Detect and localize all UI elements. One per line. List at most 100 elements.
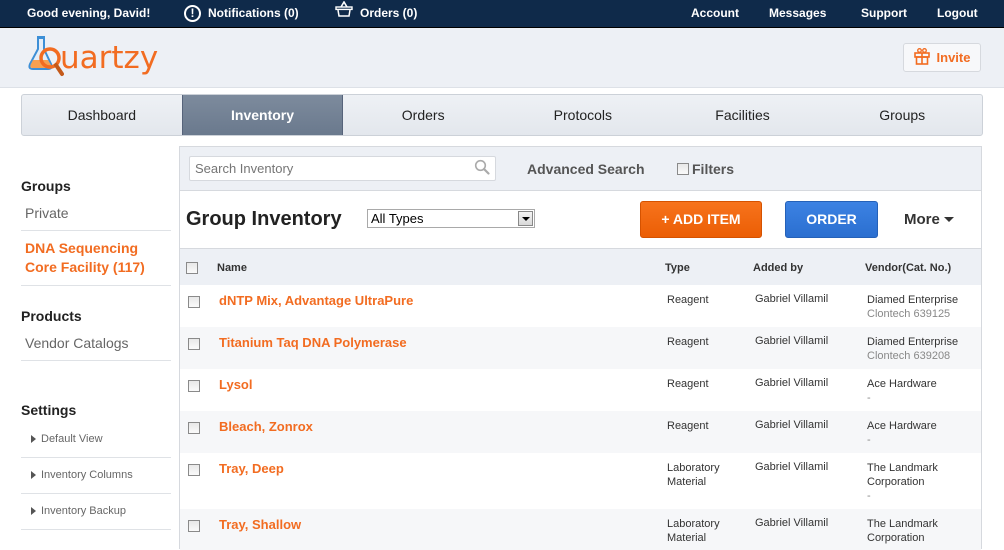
row-checkbox[interactable] <box>188 464 200 476</box>
row-checkbox[interactable] <box>188 338 200 350</box>
sidebar-item-vendor-catalogs[interactable]: Vendor Catalogs <box>25 335 129 351</box>
more-menu-button[interactable]: More <box>904 211 954 228</box>
tab-dashboard[interactable]: Dashboard <box>22 95 182 135</box>
account-link[interactable]: Account <box>691 0 739 27</box>
notifications-label: Notifications (0) <box>208 6 299 20</box>
item-name-link[interactable]: Lysol <box>219 377 252 392</box>
tab-facilities[interactable]: Facilities <box>663 95 823 135</box>
title-bar: Group Inventory All Types + ADD ITEM ORD… <box>180 191 981 248</box>
item-name-link[interactable]: Titanium Taq DNA Polymerase <box>219 335 407 350</box>
vendor-name: Ace Hardware <box>867 378 937 390</box>
settings-heading: Settings <box>21 402 77 418</box>
notifications-link[interactable]: ! Notifications (0) <box>184 0 299 27</box>
item-added-by: Gabriel Villamil <box>755 517 829 529</box>
item-added-by: Gabriel Villamil <box>755 377 829 389</box>
search-icon[interactable] <box>474 159 490 180</box>
greeting-text: Good evening, David! <box>27 6 151 20</box>
sidebar-item-private[interactable]: Private <box>25 205 69 221</box>
item-added-by: Gabriel Villamil <box>755 293 829 305</box>
settings-inventory-columns-label: Inventory Columns <box>41 469 133 481</box>
divider <box>21 529 171 530</box>
products-heading: Products <box>21 308 82 324</box>
item-vendor: Ace Hardware - <box>867 377 977 405</box>
table-row[interactable]: Tray, Shallow Laboratory Material Gabrie… <box>180 509 981 550</box>
tab-orders[interactable]: Orders <box>343 95 503 135</box>
item-vendor: Diamed Enterprise Clontech 639125 <box>867 293 977 321</box>
column-name[interactable]: Name <box>217 262 247 274</box>
table-row[interactable]: Titanium Taq DNA Polymerase Reagent Gabr… <box>180 327 981 369</box>
catalog-number: Clontech 639208 <box>867 350 951 362</box>
vendor-name: Diamed Enterprise <box>867 336 959 348</box>
sidebar-item-dna-sequencing[interactable]: DNA Sequencing Core Facility (117) <box>25 239 173 277</box>
triangle-right-icon <box>31 507 36 515</box>
settings-inventory-columns[interactable]: Inventory Columns <box>31 469 133 481</box>
filters-label: Filters <box>692 161 735 177</box>
tab-groups[interactable]: Groups <box>822 95 982 135</box>
item-type: Laboratory Material <box>667 462 720 488</box>
type-select[interactable]: All Types <box>367 209 535 228</box>
table-row[interactable]: dNTP Mix, Advantage UltraPure Reagent Ga… <box>180 285 981 327</box>
invite-label: Invite <box>936 50 971 65</box>
divider <box>21 230 171 231</box>
page-title: Group Inventory <box>186 208 342 230</box>
quartzy-logo[interactable]: uartzy <box>28 34 158 83</box>
invite-button[interactable]: Invite <box>903 43 981 72</box>
item-added-by: Gabriel Villamil <box>755 461 829 473</box>
logout-link[interactable]: Logout <box>937 0 978 27</box>
type-select-value: All Types <box>371 211 424 226</box>
order-button[interactable]: ORDER <box>785 201 878 238</box>
row-checkbox[interactable] <box>188 520 200 532</box>
row-checkbox[interactable] <box>188 380 200 392</box>
item-name-link[interactable]: dNTP Mix, Advantage UltraPure <box>219 293 413 308</box>
item-name-link[interactable]: Bleach, Zonrox <box>219 419 313 434</box>
select-all-checkbox[interactable] <box>186 262 198 274</box>
settings-inventory-backup[interactable]: Inventory Backup <box>31 505 126 517</box>
chevron-down-icon <box>518 211 533 226</box>
column-added-by[interactable]: Added by <box>753 262 803 274</box>
settings-default-view-label: Default View <box>41 433 103 445</box>
table-header: Name Type Added by Vendor(Cat. No.) <box>180 248 981 285</box>
table-row[interactable]: Tray, Deep Laboratory Material Gabriel V… <box>180 453 981 509</box>
column-type[interactable]: Type <box>665 262 690 274</box>
divider <box>21 457 171 458</box>
vendor-name: The Landmark Corporation <box>867 462 938 488</box>
row-checkbox[interactable] <box>188 422 200 434</box>
triangle-right-icon <box>31 435 36 443</box>
item-vendor: Diamed Enterprise Clontech 639208 <box>867 335 977 363</box>
item-vendor: The Landmark Corporation - <box>867 461 977 503</box>
search-input[interactable] <box>189 156 496 181</box>
item-vendor: Ace Hardware - <box>867 419 977 447</box>
item-type: Reagent <box>667 294 709 306</box>
orders-link[interactable]: Orders (0) <box>335 0 417 27</box>
divider <box>21 285 171 286</box>
orders-label: Orders (0) <box>360 6 418 20</box>
column-vendor[interactable]: Vendor(Cat. No.) <box>865 262 951 274</box>
messages-link[interactable]: Messages <box>769 0 826 27</box>
item-type: Reagent <box>667 378 709 390</box>
item-type: Reagent <box>667 420 709 432</box>
item-type: Reagent <box>667 336 709 348</box>
item-added-by: Gabriel Villamil <box>755 419 829 431</box>
catalog-number: - <box>867 434 871 446</box>
catalog-number: Clontech 639125 <box>867 308 951 320</box>
tab-protocols[interactable]: Protocols <box>503 95 663 135</box>
filters-toggle[interactable]: Filters <box>677 161 734 177</box>
table-row[interactable]: Bleach, Zonrox Reagent Gabriel Villamil … <box>180 411 981 453</box>
table-row[interactable]: Lysol Reagent Gabriel Villamil Ace Hardw… <box>180 369 981 411</box>
settings-inventory-backup-label: Inventory Backup <box>41 505 126 517</box>
item-name-link[interactable]: Tray, Shallow <box>219 517 301 532</box>
add-item-button[interactable]: + ADD ITEM <box>640 201 762 238</box>
gift-icon <box>913 47 930 68</box>
vendor-name: Ace Hardware <box>867 420 937 432</box>
divider <box>21 493 171 494</box>
advanced-search-link[interactable]: Advanced Search <box>527 161 645 177</box>
flask-magnifier-icon <box>28 34 64 83</box>
caret-down-icon <box>943 217 954 222</box>
filters-checkbox[interactable] <box>677 163 689 175</box>
tab-inventory[interactable]: Inventory <box>181 95 344 135</box>
settings-default-view[interactable]: Default View <box>31 433 103 445</box>
inventory-panel: Advanced Search Filters Group Inventory … <box>179 146 982 550</box>
support-link[interactable]: Support <box>861 0 907 27</box>
row-checkbox[interactable] <box>188 296 200 308</box>
item-name-link[interactable]: Tray, Deep <box>219 461 284 476</box>
